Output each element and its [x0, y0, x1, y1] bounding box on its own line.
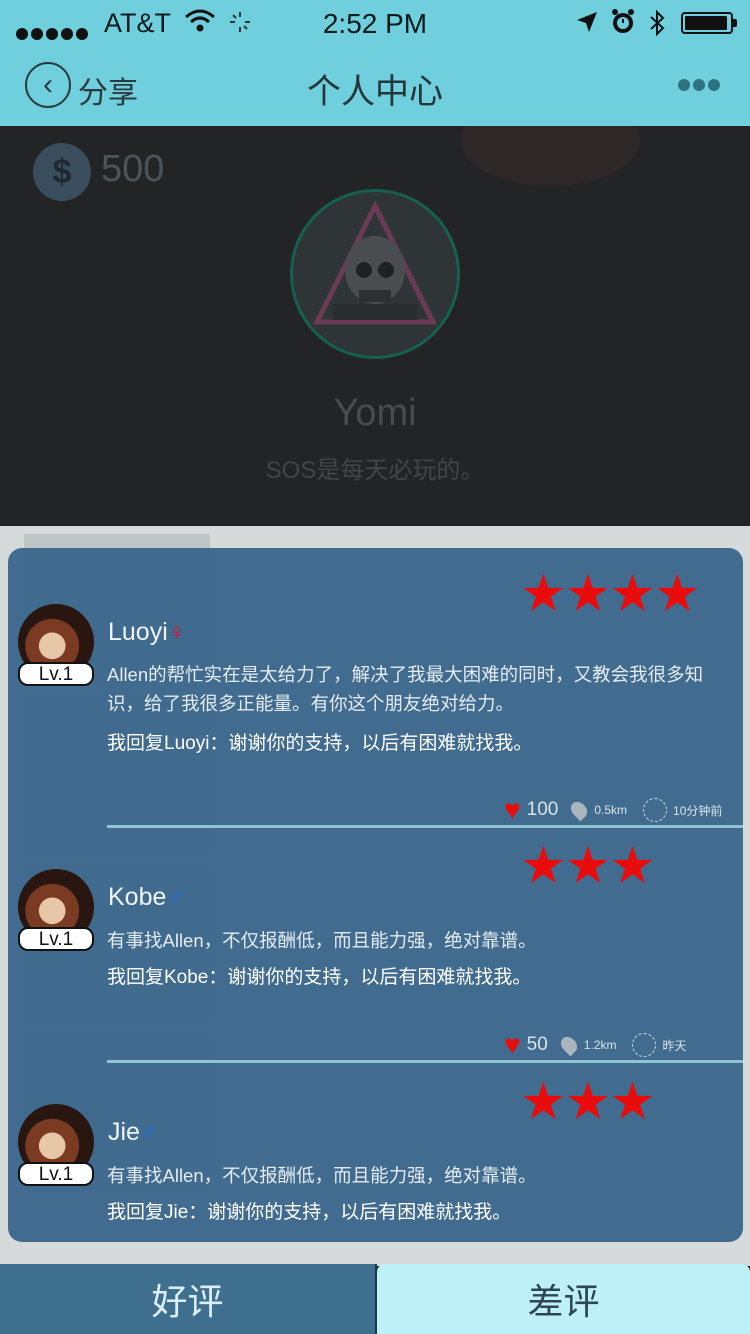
coin-icon: $ [33, 143, 91, 201]
review-reply: 我回复Jie：谢谢你的支持，以后有困难就找我。 [107, 1202, 512, 1223]
review-meta: ♥ 100 0.5km 10分钟前 [504, 794, 722, 826]
alarm-icon [610, 8, 636, 43]
divider [107, 1060, 743, 1063]
reviews-panel[interactable]: ★★★★ Lv.1 Luoyi♀ Allen的帮忙实在是太给力了，解决了我最大困… [8, 548, 743, 1242]
reviewer-name[interactable]: Jie♂ [108, 1118, 158, 1147]
divider [107, 825, 743, 828]
location-pin-icon [557, 1033, 581, 1057]
male-icon: ♂ [166, 884, 185, 911]
heart-icon[interactable]: ♥ [504, 1029, 521, 1061]
level-badge: Lv.1 [18, 1162, 94, 1186]
tab-bad-reviews[interactable]: 差评 [377, 1264, 750, 1334]
battery-icon [681, 12, 737, 34]
heart-icon[interactable]: ♥ [504, 794, 521, 826]
tab-good-reviews[interactable]: 好评 [0, 1264, 375, 1334]
background-decoration [460, 126, 640, 186]
status-time: 2:52 PM [322, 8, 428, 39]
reviewer-name[interactable]: Luoyi♀ [108, 618, 186, 647]
coin-balance: 500 [101, 148, 165, 190]
location-pin-icon [568, 798, 591, 822]
distance: 0.5km [594, 803, 628, 817]
profile-motto: SOS是每天必玩的。 [265, 457, 485, 484]
review-meta: ♥ 50 1.2km 昨天 [504, 1029, 686, 1061]
level-badge: Lv.1 [18, 662, 94, 686]
status-bar: AT&T 2:52 PM [0, 0, 750, 46]
page-title: 个人中心 [307, 73, 443, 111]
clock-icon [632, 1033, 657, 1057]
distance: 1.2km [583, 1038, 617, 1052]
time-ago: 10分钟前 [673, 803, 723, 818]
more-options-icon[interactable] [678, 78, 723, 96]
profile-header: $ 500 Yomi SOS是每天必玩的。 [0, 126, 750, 526]
clock-icon [643, 798, 668, 822]
review-text: 有事找Allen，不仅报酬低，而且能力强，绝对靠谱。 [107, 930, 537, 951]
navigation-bar: ‹ 分享 个人中心 [0, 46, 750, 126]
like-count: 50 [526, 1034, 548, 1055]
bluetooth-icon [648, 9, 666, 44]
skull-logo-icon [312, 200, 438, 325]
profile-avatar[interactable] [290, 189, 460, 359]
female-icon: ♀ [167, 619, 186, 646]
reviewer-name-text: Kobe [108, 883, 167, 911]
review-text: Allen的帮忙实在是太给力了，解决了我最大困难的同时，又教会我很多知识，给了我… [107, 664, 704, 714]
location-arrow-icon [575, 10, 599, 41]
review-reply: 我回复Kobe：谢谢你的支持，以后有困难就找我。 [107, 967, 532, 988]
rating-stars: ★★★★ [520, 565, 700, 623]
rating-stars: ★★★ [520, 1073, 656, 1131]
time-ago: 昨天 [662, 1038, 687, 1053]
review-reply: 我回复Luoyi：谢谢你的支持，以后有困难就找我。 [107, 733, 533, 754]
reviewer-name[interactable]: Kobe♂ [108, 883, 184, 912]
reviewer-name-text: Luoyi [108, 618, 168, 646]
review-text: 有事找Allen，不仅报酬低，而且能力强，绝对靠谱。 [107, 1165, 537, 1186]
reviewer-name-text: Jie [108, 1118, 140, 1146]
male-icon: ♂ [139, 1119, 158, 1146]
level-badge: Lv.1 [18, 927, 94, 951]
profile-name: Yomi [333, 392, 417, 434]
battery-fill [685, 16, 727, 30]
rating-stars: ★★★ [520, 837, 656, 895]
like-count: 100 [526, 799, 559, 820]
